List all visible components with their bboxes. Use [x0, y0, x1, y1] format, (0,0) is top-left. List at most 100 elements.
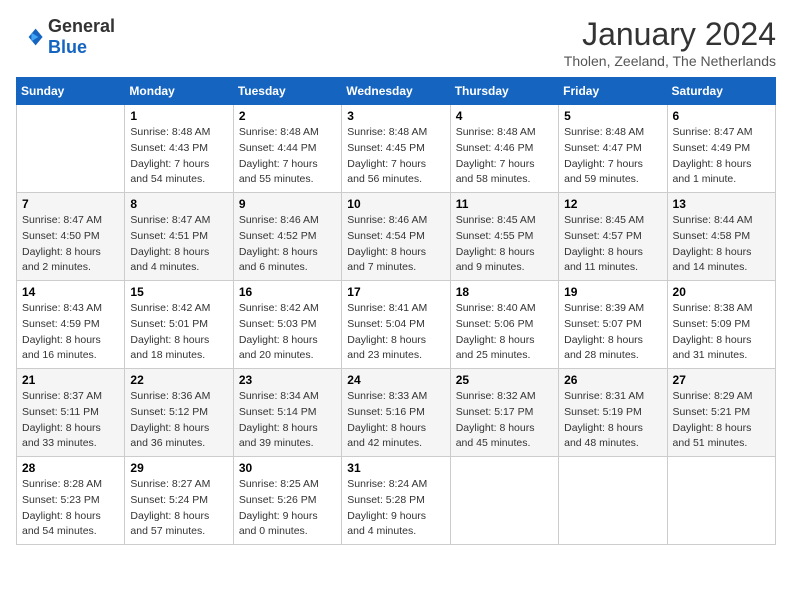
location-title: Tholen, Zeeland, The Netherlands — [564, 53, 776, 69]
table-row: 25 Sunrise: 8:32 AMSunset: 5:17 PMDayligh… — [450, 369, 558, 457]
table-row: 8 Sunrise: 8:47 AMSunset: 4:51 PMDaylight… — [125, 193, 233, 281]
table-row: 28 Sunrise: 8:28 AMSunset: 5:23 PMDayligh… — [17, 457, 125, 545]
day-number: 19 — [564, 285, 661, 299]
title-block: January 2024 Tholen, Zeeland, The Nether… — [564, 16, 776, 69]
day-number: 31 — [347, 461, 444, 475]
day-info: Sunrise: 8:48 AMSunset: 4:46 PMDaylight:… — [456, 125, 553, 188]
calendar-week-row: 28 Sunrise: 8:28 AMSunset: 5:23 PMDayligh… — [17, 457, 776, 545]
day-info: Sunrise: 8:48 AMSunset: 4:43 PMDaylight:… — [130, 125, 227, 188]
day-info: Sunrise: 8:38 AMSunset: 5:09 PMDaylight:… — [673, 301, 770, 364]
table-row: 27Sunrise: 8:29 AMSunset: 5:21 PMDayligh… — [667, 369, 775, 457]
day-info: Sunrise: 8:48 AMSunset: 4:47 PMDaylight:… — [564, 125, 661, 188]
day-number: 3 — [347, 109, 444, 123]
table-row: 9 Sunrise: 8:46 AMSunset: 4:52 PMDaylight… — [233, 193, 341, 281]
day-number: 23 — [239, 373, 336, 387]
day-number: 2 — [239, 109, 336, 123]
day-info: Sunrise: 8:45 AMSunset: 4:57 PMDaylight:… — [564, 213, 661, 276]
table-row: 12 Sunrise: 8:45 AMSunset: 4:57 PMDayligh… — [559, 193, 667, 281]
header-monday: Monday — [125, 78, 233, 105]
day-info: Sunrise: 8:47 AMSunset: 4:50 PMDaylight:… — [22, 213, 119, 276]
day-info: Sunrise: 8:43 AMSunset: 4:59 PMDaylight:… — [22, 301, 119, 364]
day-info: Sunrise: 8:29 AMSunset: 5:21 PMDaylight:… — [673, 389, 770, 452]
day-number: 13 — [673, 197, 770, 211]
calendar-table: Sunday Monday Tuesday Wednesday Thursday… — [16, 77, 776, 545]
day-number: 6 — [673, 109, 770, 123]
day-info: Sunrise: 8:25 AMSunset: 5:26 PMDaylight:… — [239, 477, 336, 540]
table-row: 11 Sunrise: 8:45 AMSunset: 4:55 PMDayligh… — [450, 193, 558, 281]
page-header: General Blue January 2024 Tholen, Zeelan… — [16, 16, 776, 69]
header-saturday: Saturday — [667, 78, 775, 105]
table-row: 4 Sunrise: 8:48 AMSunset: 4:46 PMDaylight… — [450, 105, 558, 193]
table-row: 17Sunrise: 8:41 AMSunset: 5:04 PMDayligh… — [342, 281, 450, 369]
day-info: Sunrise: 8:44 AMSunset: 4:58 PMDaylight:… — [673, 213, 770, 276]
day-number: 8 — [130, 197, 227, 211]
header-thursday: Thursday — [450, 78, 558, 105]
table-row: 24 Sunrise: 8:33 AMSunset: 5:16 PMDayligh… — [342, 369, 450, 457]
day-number: 28 — [22, 461, 119, 475]
table-row — [450, 457, 558, 545]
day-info: Sunrise: 8:40 AMSunset: 5:06 PMDaylight:… — [456, 301, 553, 364]
header-sunday: Sunday — [17, 78, 125, 105]
logo-general: General — [48, 16, 115, 37]
day-number: 26 — [564, 373, 661, 387]
day-info: Sunrise: 8:45 AMSunset: 4:55 PMDaylight:… — [456, 213, 553, 276]
table-row: 2 Sunrise: 8:48 AMSunset: 4:44 PMDaylight… — [233, 105, 341, 193]
weekday-header-row: Sunday Monday Tuesday Wednesday Thursday… — [17, 78, 776, 105]
day-info: Sunrise: 8:37 AMSunset: 5:11 PMDaylight:… — [22, 389, 119, 452]
day-info: Sunrise: 8:34 AMSunset: 5:14 PMDaylight:… — [239, 389, 336, 452]
header-tuesday: Tuesday — [233, 78, 341, 105]
day-number: 15 — [130, 285, 227, 299]
day-info: Sunrise: 8:28 AMSunset: 5:23 PMDaylight:… — [22, 477, 119, 540]
calendar-week-row: 1Sunrise: 8:48 AMSunset: 4:43 PMDaylight… — [17, 105, 776, 193]
day-number: 12 — [564, 197, 661, 211]
calendar-week-row: 14Sunrise: 8:43 AMSunset: 4:59 PMDayligh… — [17, 281, 776, 369]
day-number: 29 — [130, 461, 227, 475]
table-row: 23 Sunrise: 8:34 AMSunset: 5:14 PMDayligh… — [233, 369, 341, 457]
day-info: Sunrise: 8:32 AMSunset: 5:17 PMDaylight:… — [456, 389, 553, 452]
day-number: 10 — [347, 197, 444, 211]
day-info: Sunrise: 8:46 AMSunset: 4:54 PMDaylight:… — [347, 213, 444, 276]
table-row — [17, 105, 125, 193]
calendar-week-row: 21 Sunrise: 8:37 AMSunset: 5:11 PMDayligh… — [17, 369, 776, 457]
header-wednesday: Wednesday — [342, 78, 450, 105]
table-row: 18Sunrise: 8:40 AMSunset: 5:06 PMDayligh… — [450, 281, 558, 369]
day-info: Sunrise: 8:42 AMSunset: 5:01 PMDaylight:… — [130, 301, 227, 364]
day-info: Sunrise: 8:24 AMSunset: 5:28 PMDaylight:… — [347, 477, 444, 540]
table-row: 3 Sunrise: 8:48 AMSunset: 4:45 PMDaylight… — [342, 105, 450, 193]
day-number: 4 — [456, 109, 553, 123]
table-row: 19 Sunrise: 8:39 AMSunset: 5:07 PMDayligh… — [559, 281, 667, 369]
table-row: 6 Sunrise: 8:47 AMSunset: 4:49 PMDaylight… — [667, 105, 775, 193]
day-info: Sunrise: 8:47 AMSunset: 4:51 PMDaylight:… — [130, 213, 227, 276]
table-row: 7 Sunrise: 8:47 AMSunset: 4:50 PMDaylight… — [17, 193, 125, 281]
day-info: Sunrise: 8:39 AMSunset: 5:07 PMDaylight:… — [564, 301, 661, 364]
day-info: Sunrise: 8:48 AMSunset: 4:44 PMDaylight:… — [239, 125, 336, 188]
day-info: Sunrise: 8:48 AMSunset: 4:45 PMDaylight:… — [347, 125, 444, 188]
day-number: 7 — [22, 197, 119, 211]
table-row: 10 Sunrise: 8:46 AMSunset: 4:54 PMDayligh… — [342, 193, 450, 281]
day-number: 9 — [239, 197, 336, 211]
logo-blue: Blue — [48, 37, 115, 58]
day-number: 24 — [347, 373, 444, 387]
day-number: 20 — [673, 285, 770, 299]
day-info: Sunrise: 8:46 AMSunset: 4:52 PMDaylight:… — [239, 213, 336, 276]
table-row: 21 Sunrise: 8:37 AMSunset: 5:11 PMDayligh… — [17, 369, 125, 457]
table-row: 26 Sunrise: 8:31 AMSunset: 5:19 PMDayligh… — [559, 369, 667, 457]
day-info: Sunrise: 8:42 AMSunset: 5:03 PMDaylight:… — [239, 301, 336, 364]
day-number: 22 — [130, 373, 227, 387]
table-row: 20 Sunrise: 8:38 AMSunset: 5:09 PMDayligh… — [667, 281, 775, 369]
day-number: 11 — [456, 197, 553, 211]
logo-icon — [16, 23, 44, 51]
day-info: Sunrise: 8:36 AMSunset: 5:12 PMDaylight:… — [130, 389, 227, 452]
day-number: 21 — [22, 373, 119, 387]
day-info: Sunrise: 8:47 AMSunset: 4:49 PMDaylight:… — [673, 125, 770, 188]
day-info: Sunrise: 8:33 AMSunset: 5:16 PMDaylight:… — [347, 389, 444, 452]
table-row: 31 Sunrise: 8:24 AMSunset: 5:28 PMDayligh… — [342, 457, 450, 545]
table-row: 14Sunrise: 8:43 AMSunset: 4:59 PMDayligh… — [17, 281, 125, 369]
day-number: 17 — [347, 285, 444, 299]
day-info: Sunrise: 8:27 AMSunset: 5:24 PMDaylight:… — [130, 477, 227, 540]
table-row: 22 Sunrise: 8:36 AMSunset: 5:12 PMDayligh… — [125, 369, 233, 457]
table-row: 16Sunrise: 8:42 AMSunset: 5:03 PMDayligh… — [233, 281, 341, 369]
day-number: 25 — [456, 373, 553, 387]
table-row: 13 Sunrise: 8:44 AMSunset: 4:58 PMDayligh… — [667, 193, 775, 281]
day-info: Sunrise: 8:31 AMSunset: 5:19 PMDaylight:… — [564, 389, 661, 452]
